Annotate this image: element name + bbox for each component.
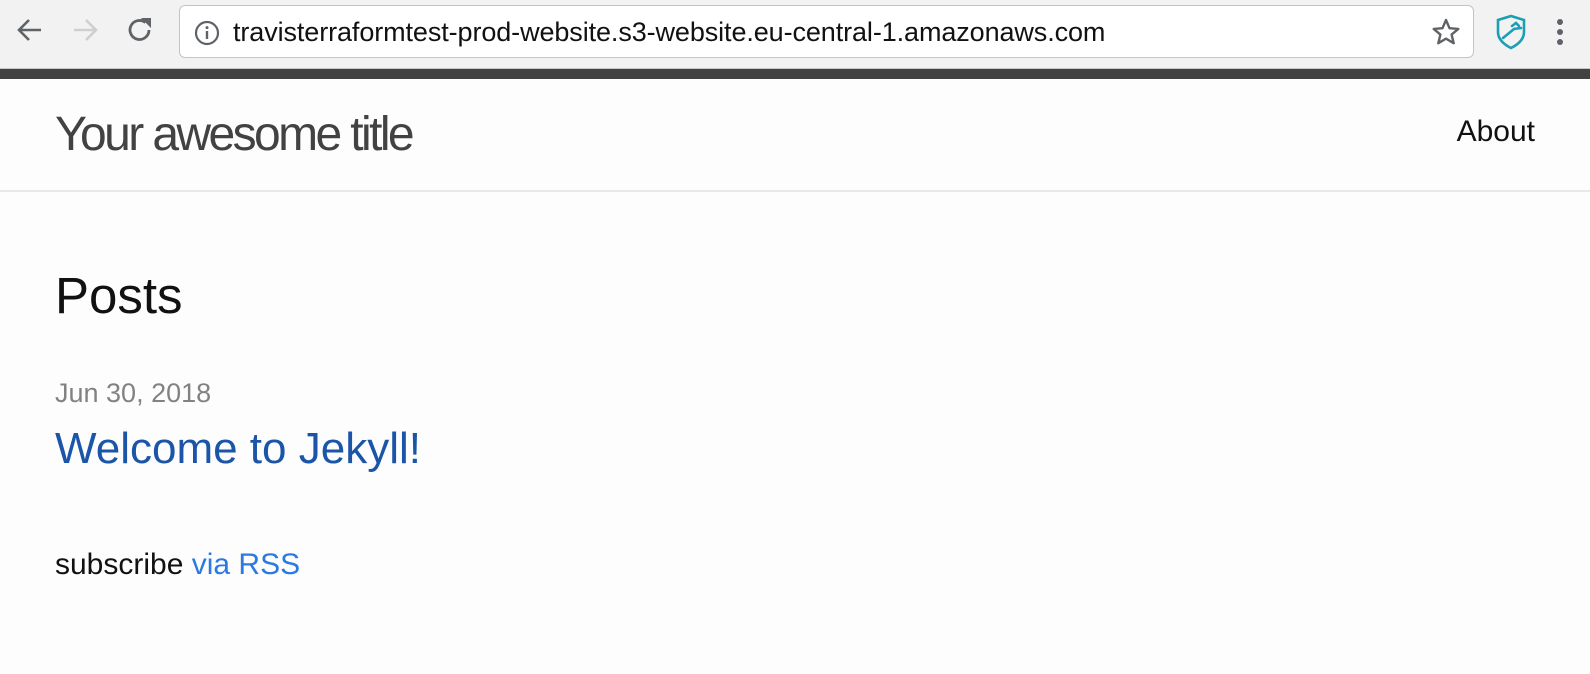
info-circle-icon[interactable]: [194, 20, 220, 46]
kebab-menu-icon[interactable]: [1548, 14, 1572, 50]
post-title-link[interactable]: Welcome to Jekyll!: [55, 424, 421, 474]
forward-button[interactable]: [69, 14, 101, 46]
arrow-right-icon: [74, 19, 98, 41]
arrow-left-icon: [17, 19, 41, 41]
reload-button[interactable]: [124, 14, 156, 46]
rss-link[interactable]: via RSS: [192, 548, 300, 581]
star-icon[interactable]: [1431, 17, 1461, 47]
address-bar[interactable]: travisterraformtest-prod-website.s3-webs…: [179, 5, 1474, 58]
back-button[interactable]: [14, 14, 46, 46]
post-date: Jun 30, 2018: [55, 378, 212, 408]
reload-icon: [128, 18, 151, 41]
top-stripe: [0, 69, 1590, 79]
shield-extension-icon[interactable]: [1494, 14, 1528, 50]
url-text[interactable]: travisterraformtest-prod-website.s3-webs…: [233, 17, 1105, 48]
browser-toolbar: travisterraformtest-prod-website.s3-webs…: [0, 0, 1590, 69]
nav-link-about[interactable]: About: [1457, 115, 1535, 149]
rss-prefix: subscribe: [55, 548, 184, 581]
rss-subscribe: subscribe via RSS: [55, 548, 300, 582]
site-title-link[interactable]: Your awesome title: [55, 107, 415, 162]
site-header: Your awesome title About: [0, 79, 1590, 192]
page-heading: Posts: [55, 267, 183, 324]
